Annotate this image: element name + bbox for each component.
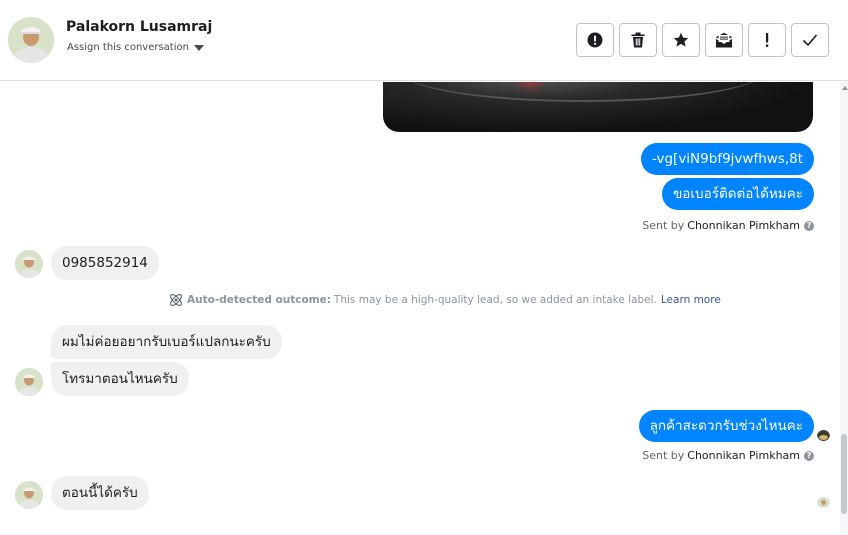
assign-conversation-dropdown[interactable]: Assign this conversation [67,42,204,53]
question-icon[interactable]: ? [804,220,814,231]
sender-name: Chonnikan Pimkham [687,449,800,462]
learn-more-link[interactable]: Learn more [661,294,721,306]
delete-button[interactable] [619,23,657,57]
star-icon [673,32,689,47]
contact-avatar-small [15,481,43,509]
sender-name: Chonnikan Pimkham [687,219,800,232]
done-button[interactable] [791,23,829,57]
seen-avatar [817,428,830,441]
outgoing-message[interactable]: -vg[viN9bf9jvwfhws,8t [640,143,814,175]
checkmark-icon [802,34,818,47]
message-thread: -vg[viN9bf9jvwfhws,8t ขอเบอร์ติดต่อได้หม… [0,82,848,535]
trash-icon [631,32,645,48]
scroll-up-icon[interactable] [842,86,848,90]
spam-button[interactable] [576,23,614,57]
atom-icon [170,294,182,306]
exclamation-circle-icon [587,32,603,48]
exclamation-icon [766,33,769,47]
scrollbar[interactable] [840,82,848,535]
incoming-message[interactable]: ผมไม่ค่อยอยากรับเบอร์แปลกนะครับ [51,325,282,359]
envelope-icon [715,32,733,48]
outcome-label: Auto-detected outcome: [187,294,331,306]
outcome-text: This may be a high-quality lead, so we a… [333,294,657,306]
assign-label: Assign this conversation [67,42,189,53]
conversation-header: Palakorn Lusamraj Assign this conversati… [0,0,848,81]
conversation-actions [576,23,829,57]
incoming-message[interactable]: 0985852914 [51,246,159,280]
mark-unread-button[interactable] [705,23,743,57]
contact-avatar[interactable] [8,17,54,63]
image-detail [403,82,763,102]
incoming-message[interactable]: ตอนนี้ได้ครับ [51,476,149,510]
outgoing-message[interactable]: ลูกค้าสะดวกรับช่วงไหนคะ [638,410,814,442]
seen-avatar [817,495,830,508]
image-attachment[interactable] [383,82,813,132]
contact-avatar-small [15,368,43,396]
follow-up-button[interactable] [748,23,786,57]
caret-down-icon [193,44,204,51]
sent-by-label: Sent by Chonnikan Pimkham ? [642,449,814,462]
outgoing-message[interactable]: ขอเบอร์ติดต่อได้หมคะ [662,178,814,210]
sent-by-label: Sent by Chonnikan Pimkham ? [642,219,814,232]
incoming-message[interactable]: โทรมาตอนไหนครับ [51,362,189,396]
scrollbar-thumb[interactable] [841,434,847,514]
question-icon[interactable]: ? [804,450,814,461]
sent-by-prefix: Sent by [642,219,685,232]
auto-detected-outcome: Auto-detected outcome: This may be a hig… [168,292,721,308]
contact-name[interactable]: Palakorn Lusamraj [66,19,212,35]
sent-by-prefix: Sent by [642,449,685,462]
contact-avatar-small [15,250,43,278]
star-button[interactable] [662,23,700,57]
